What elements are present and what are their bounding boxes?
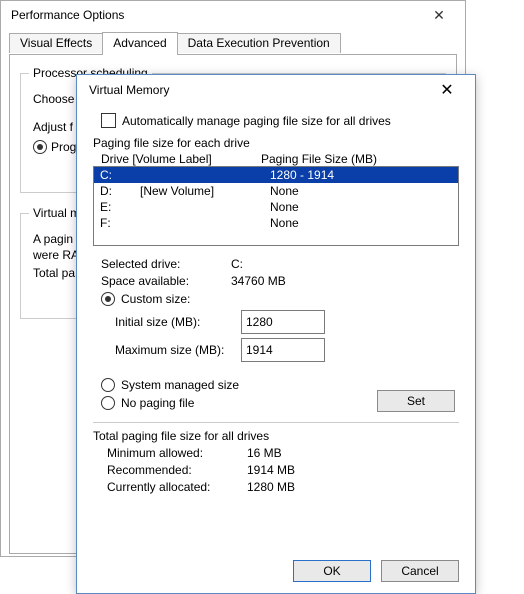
selected-drive-value: C: (231, 257, 243, 271)
recommended-value: 1914 MB (247, 463, 295, 477)
checkbox-icon (101, 113, 116, 128)
close-icon: ✕ (433, 7, 445, 24)
radio-programs-label: Prog (51, 140, 76, 154)
radio-custom-size[interactable]: Custom size: (101, 292, 459, 306)
max-size-label: Maximum size (MB): (109, 343, 241, 357)
radio-icon (101, 396, 115, 410)
cancel-button[interactable]: Cancel (381, 560, 459, 582)
tab-dep[interactable]: Data Execution Prevention (177, 33, 341, 53)
ok-button[interactable]: OK (293, 560, 371, 582)
drive-size: 1280 - 1914 (270, 168, 420, 182)
initial-size-input[interactable] (241, 310, 325, 334)
initial-size-label: Initial size (MB): (109, 315, 241, 329)
drive-row-e[interactable]: E: None (94, 199, 458, 215)
drive-size: None (270, 200, 420, 214)
auto-manage-checkbox[interactable]: Automatically manage paging file size fo… (101, 113, 459, 128)
drive-letter: D: (94, 184, 140, 198)
radio-icon (101, 292, 115, 306)
max-size-input[interactable] (241, 338, 325, 362)
min-allowed-value: 16 MB (247, 446, 282, 460)
space-label: Space available: (93, 274, 231, 288)
close-icon: ✕ (440, 80, 453, 100)
totals-label: Total paging file size for all drives (93, 429, 459, 443)
tab-advanced[interactable]: Advanced (102, 32, 177, 55)
drive-letter: C: (94, 168, 140, 182)
header-drive: Drive [Volume Label] (95, 152, 261, 166)
drive-label (140, 168, 270, 182)
radio-icon (33, 140, 47, 154)
drive-row-f[interactable]: F: None (94, 215, 458, 231)
currently-allocated-value: 1280 MB (247, 480, 295, 494)
space-value: 34760 MB (231, 274, 286, 288)
divider (93, 422, 459, 423)
radio-none-label: No paging file (121, 396, 194, 410)
drive-size: None (270, 216, 420, 230)
header-size: Paging File Size (MB) (261, 152, 441, 166)
custom-size-inputs: Initial size (MB): Maximum size (MB): (109, 310, 459, 362)
drive-letter: F: (94, 216, 140, 230)
drive-label (140, 200, 270, 214)
min-allowed-label: Minimum allowed: (93, 446, 247, 460)
vm-body: Automatically manage paging file size fo… (77, 105, 475, 549)
radio-icon (101, 378, 115, 392)
auto-manage-label: Automatically manage paging file size fo… (122, 114, 391, 128)
currently-allocated-label: Currently allocated: (93, 480, 247, 494)
perf-title: Performance Options (11, 8, 124, 22)
vm-title: Virtual Memory (89, 83, 169, 97)
totals-section: Minimum allowed: 16 MB Recommended: 1914… (93, 446, 459, 494)
drive-row-c[interactable]: C: 1280 - 1914 (94, 167, 458, 183)
selected-drive-label: Selected drive: (93, 257, 231, 271)
vm-titlebar: Virtual Memory ✕ (77, 75, 475, 105)
vm-footer: OK Cancel (77, 549, 475, 593)
drive-row-d[interactable]: D: [New Volume] None (94, 183, 458, 199)
drive-label: [New Volume] (140, 184, 270, 198)
virtual-memory-dialog: Virtual Memory ✕ Automatically manage pa… (76, 74, 476, 594)
tab-visual-effects[interactable]: Visual Effects (9, 33, 103, 53)
vm-close-button[interactable]: ✕ (425, 78, 469, 102)
radio-custom-label: Custom size: (121, 292, 190, 306)
perf-tabstrip: Visual Effects Advanced Data Execution P… (1, 31, 465, 54)
radio-system-label: System managed size (121, 378, 239, 392)
recommended-label: Recommended: (93, 463, 247, 477)
drive-letter: E: (94, 200, 140, 214)
each-drive-label: Paging file size for each drive (93, 136, 459, 150)
drive-size: None (270, 184, 420, 198)
perf-titlebar: Performance Options ✕ (1, 1, 465, 29)
set-button[interactable]: Set (377, 390, 455, 412)
selected-drive-row: Selected drive: C: (93, 257, 459, 271)
space-available-row: Space available: 34760 MB (93, 274, 459, 288)
drive-list[interactable]: C: 1280 - 1914 D: [New Volume] None E: N… (93, 166, 459, 246)
drive-label (140, 216, 270, 230)
drive-list-header: Drive [Volume Label] Paging File Size (M… (93, 152, 459, 166)
perf-close-button[interactable]: ✕ (419, 4, 459, 26)
